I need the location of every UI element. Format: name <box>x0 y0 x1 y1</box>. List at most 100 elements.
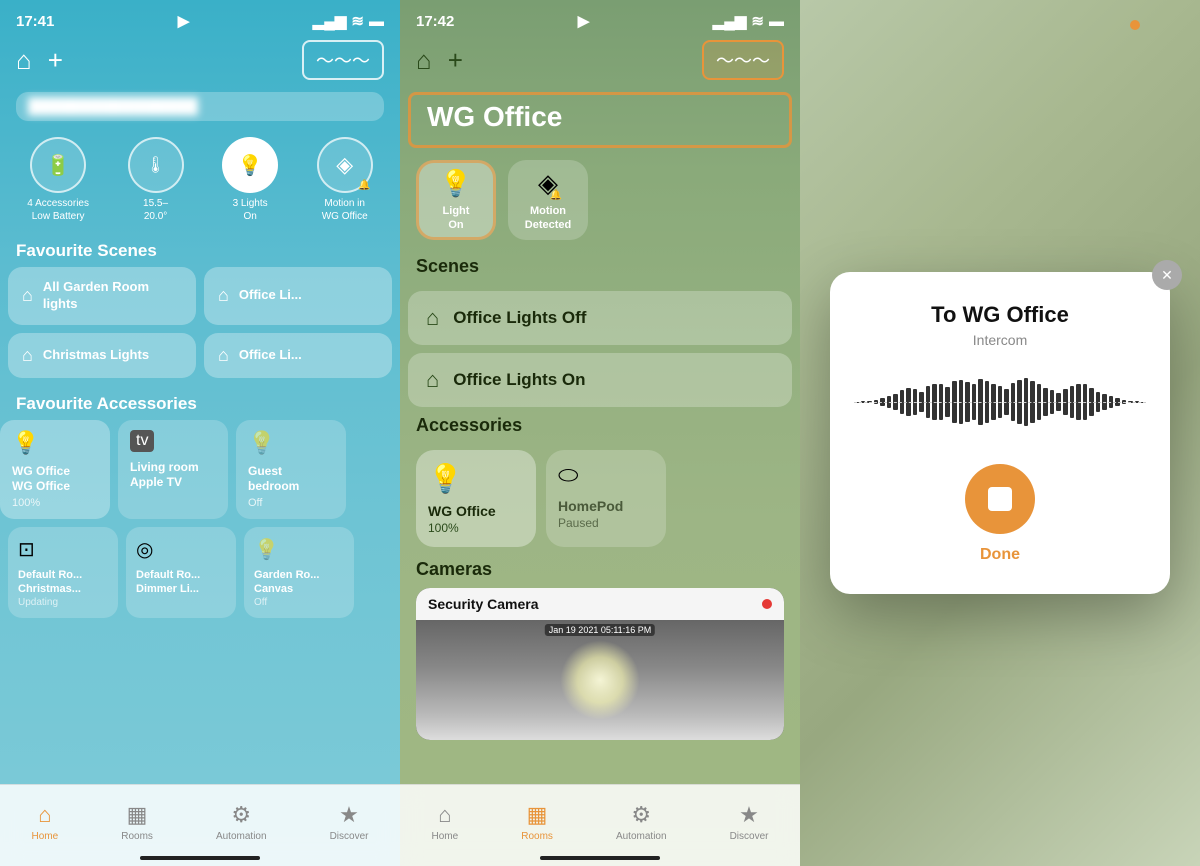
tab-bar-p2: ⌂ Home ▦ Rooms ⚙ Automation ★ Discover <box>400 784 800 866</box>
p2-homepod-icon: ⬭ <box>558 462 654 490</box>
acc-lights[interactable]: 💡 3 LightsOn <box>222 137 278 223</box>
scene-office2-icon: ⌂ <box>218 345 229 366</box>
tab-rooms-label-p1: Rooms <box>121 831 153 842</box>
tab-home-icon-p1: ⌂ <box>38 802 51 828</box>
scene-card-garden[interactable]: ⌂ All Garden Room lights <box>8 267 196 325</box>
p2-wgoffice-card[interactable]: 💡 WG Office 100% <box>416 450 536 547</box>
home-indicator-p1 <box>140 856 260 860</box>
default1-status: Updating <box>18 597 108 608</box>
soundwave-btn-p2[interactable]: 〜〜〜 <box>702 40 784 80</box>
acc-heading-p2: Accessories <box>416 415 784 436</box>
soundwave-btn-p1[interactable]: 〜〜〜 <box>302 40 384 80</box>
nav-left-p2: ⌂ + <box>416 45 463 76</box>
tab-home-label-p2: Home <box>432 831 459 842</box>
acc-card-default1[interactable]: ⊡ Default Ro...Christmas... Updating <box>8 527 118 618</box>
accessories-row-p1: 🔋 4 AccessoriesLow Battery 🌡 15.5–20.0° … <box>0 131 400 233</box>
motion-alert: 🔔 <box>358 180 370 191</box>
acc-motion[interactable]: ◈ 🔔 Motion inWG Office <box>317 137 373 223</box>
tab-home-p2[interactable]: ⌂ Home <box>432 802 459 842</box>
fav-acc-heading-p1: Favourite Accessories <box>0 386 400 420</box>
location-icon-p2: ▶ <box>578 12 590 30</box>
scene-office2-label: Office Li... <box>239 347 302 364</box>
camera-live-dot <box>762 599 772 609</box>
waveform-baseline <box>854 402 1146 403</box>
scene-office-lights-off[interactable]: ⌂ Office Lights Off <box>408 291 792 345</box>
top-nav-p2: ⌂ + 〜〜〜 <box>400 36 800 88</box>
tab-rooms-p1[interactable]: ▦ Rooms <box>121 802 153 842</box>
tab-bar-p1: ⌂ Home ▦ Rooms ⚙ Automation ★ Discover <box>0 784 400 866</box>
nav-left-p1: ⌂ + <box>16 45 63 76</box>
scene-card-christmas[interactable]: ⌂ Christmas Lights <box>8 333 196 378</box>
p2-motion-acc[interactable]: ◈🔔 MotionDetected <box>508 160 588 240</box>
stop-button[interactable] <box>965 464 1035 534</box>
guest-icon: 💡 <box>248 430 334 456</box>
camera-header: Security Camera <box>416 588 784 620</box>
home-icon-p2[interactable]: ⌂ <box>416 45 432 76</box>
home-icon-p1[interactable]: ⌂ <box>16 45 32 76</box>
p2-homepod-card[interactable]: ⬭ HomePod Paused <box>546 450 666 547</box>
tab-discover-p1[interactable]: ★ Discover <box>330 802 369 842</box>
acc-card-appletv[interactable]: tv Living roomApple TV <box>118 420 228 519</box>
scene-garden-label: All Garden Room lights <box>43 279 182 313</box>
acc-temp-circle: 🌡 <box>128 137 184 193</box>
acc-card-default2[interactable]: ◎ Default Ro...Dimmer Li... <box>126 527 236 618</box>
home-indicator-p2 <box>540 856 660 860</box>
acc-row1-p1: 💡 WG OfficeWG Office 100% tv Living room… <box>0 420 400 519</box>
soundwave-icon-p2: 〜〜〜 <box>716 51 770 71</box>
tab-home-p1[interactable]: ⌂ Home <box>32 802 59 842</box>
wifi-p1: ≋ <box>351 12 364 30</box>
intercom-subtitle: Intercom <box>973 332 1027 348</box>
scene-card-office-partial1[interactable]: ⌂ Office Li... <box>204 267 392 325</box>
p2-acc-row: 💡 LightOn ◈🔔 MotionDetected <box>400 160 800 256</box>
home-banner-p1: ████████████████ <box>16 92 384 121</box>
acc-lights-label: 3 LightsOn <box>233 197 268 223</box>
p2-acc-cards: 💡 WG Office 100% ⬭ HomePod Paused <box>400 450 800 559</box>
add-icon-p2[interactable]: + <box>448 45 463 76</box>
tab-rooms-p2[interactable]: ▦ Rooms <box>521 802 553 842</box>
acc-card-wgoffice[interactable]: 💡 WG OfficeWG Office 100% <box>0 420 110 519</box>
camera-preview[interactable]: Jan 19 2021 05:11:16 PM <box>416 620 784 740</box>
add-icon-p1[interactable]: + <box>48 45 63 76</box>
tab-discover-p2[interactable]: ★ Discover <box>730 802 769 842</box>
default2-name: Default Ro...Dimmer Li... <box>136 568 226 597</box>
wg-office-title: WG Office <box>408 92 792 148</box>
tab-discover-label-p2: Discover <box>730 831 769 842</box>
location-icon-p1: ▶ <box>178 12 190 30</box>
cameras-heading-p2: Cameras <box>400 559 800 588</box>
acc-motion-label: Motion inWG Office <box>322 197 368 223</box>
acc-row2-p1: ⊡ Default Ro...Christmas... Updating ◎ D… <box>0 519 400 618</box>
p2-homepod-status: Paused <box>558 516 654 530</box>
tab-automation-p2[interactable]: ⚙ Automation <box>616 802 667 842</box>
tab-rooms-icon-p1: ▦ <box>127 802 148 828</box>
acc-battery[interactable]: 🔋 4 AccessoriesLow Battery <box>27 137 89 223</box>
time-p1: 17:41 <box>16 13 54 30</box>
time-p2: 17:42 <box>416 13 454 30</box>
intercom-modal: ✕ To WG Office Intercom Done <box>830 272 1170 594</box>
p2-accessories-section: Accessories <box>400 415 800 450</box>
camera-timestamp: Jan 19 2021 05:11:16 PM <box>545 624 655 636</box>
appletv-icon: tv <box>130 430 154 452</box>
close-button[interactable]: ✕ <box>1152 260 1182 290</box>
scene-off-label: Office Lights Off <box>453 307 586 329</box>
acc-card-garden[interactable]: 💡 Garden Ro...Canvas Off <box>244 527 354 618</box>
battery-p1: ▬ <box>369 13 384 30</box>
orange-dot-p3 <box>1130 20 1140 30</box>
scene-office1-label: Office Li... <box>239 287 302 304</box>
scene-card-office-partial2[interactable]: ⌂ Office Li... <box>204 333 392 378</box>
tab-home-icon-p2: ⌂ <box>438 802 451 828</box>
tab-automation-p1[interactable]: ⚙ Automation <box>216 802 267 842</box>
p2-light-acc[interactable]: 💡 LightOn <box>416 160 496 240</box>
acc-motion-circle: ◈ 🔔 <box>317 137 373 193</box>
acc-battery-circle: 🔋 <box>30 137 86 193</box>
scene-on-icon: ⌂ <box>426 367 439 393</box>
acc-temperature[interactable]: 🌡 15.5–20.0° <box>128 137 184 223</box>
top-nav-p1: ⌂ + 〜〜〜 <box>0 36 400 88</box>
scene-office-lights-on[interactable]: ⌂ Office Lights On <box>408 353 792 407</box>
battery-icon-acc: 🔋 <box>46 153 71 178</box>
p2-scenes-section: Scenes <box>400 256 800 291</box>
camera-card-p2: Security Camera Jan 19 2021 05:11:16 PM <box>416 588 784 740</box>
tab-discover-icon-p2: ★ <box>739 802 759 828</box>
p2-wgoffice-icon: 💡 <box>428 462 524 495</box>
acc-card-guest[interactable]: 💡 Guestbedroom Off <box>236 420 346 519</box>
acc-temp-label: 15.5–20.0° <box>143 197 168 223</box>
